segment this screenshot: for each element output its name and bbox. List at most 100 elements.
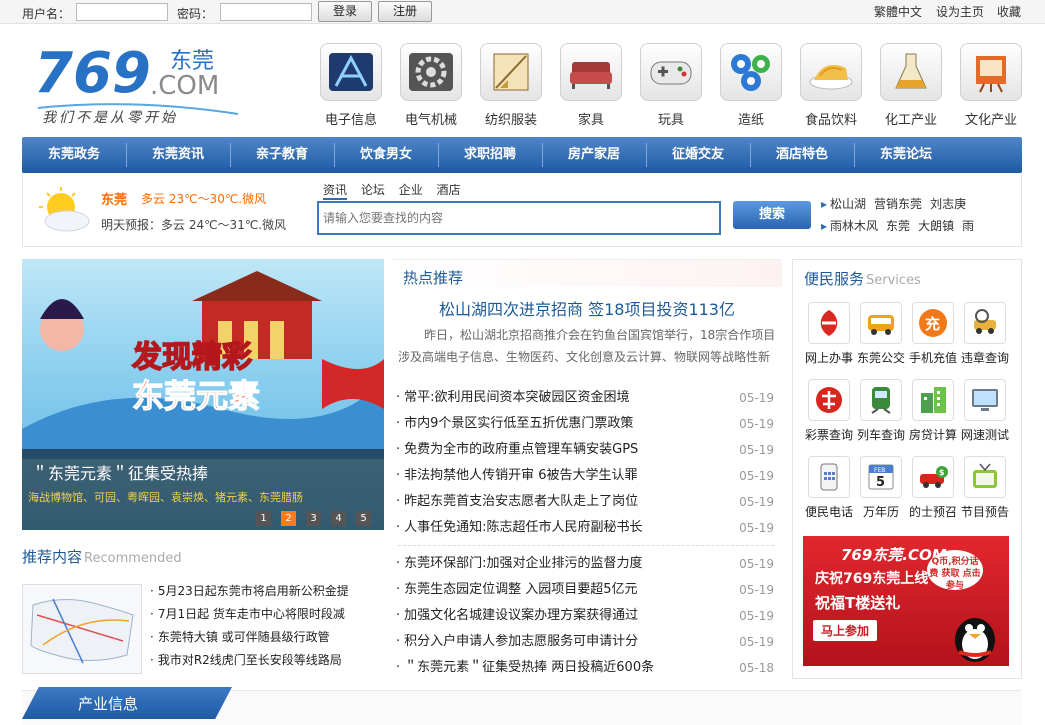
login-button[interactable]: 登录 [318,1,372,22]
password-input[interactable] [220,3,312,21]
logo-domain: .COM [150,71,219,101]
hot-keyword[interactable]: 东莞 [886,219,910,233]
news-row[interactable]: 加强文化名城建设议案办理方案获得通过05-19 [396,603,776,629]
service-taxi[interactable]: $ 的士预召 [906,456,960,520]
list-item[interactable]: 我市对R2线虎门至长安段等线路局 [150,651,349,674]
news-row[interactable]: 常平:欲利用民间资本突破园区资金困境05-19 [396,385,776,411]
search-input[interactable] [317,201,721,235]
search-button[interactable]: 搜索 [733,201,811,229]
category-furniture[interactable]: 家具 [558,43,624,128]
hot-news-header: 热点推荐 [392,259,782,287]
category-textile[interactable]: 纺织服装 [478,43,544,128]
banner-page-1[interactable]: 1 [256,511,271,526]
list-item[interactable]: 7月1日起 货车走市中心将限时段减 [150,605,349,628]
hot-keyword[interactable]: 雨林木风 [830,219,878,233]
service-tv[interactable]: 节目预告 [958,456,1012,520]
service-lottery[interactable]: 彩票查询 [802,379,856,443]
banner-caption-title[interactable]: ＂东莞元素＂征集受热捧 [32,460,208,484]
search-tab-company[interactable]: 企业 [399,183,423,197]
nav-item-news[interactable]: 东莞资讯 [126,137,230,173]
headline-link[interactable]: 松山湖四次进京招商 签18项目投资113亿 [392,296,782,320]
nav-item-hotels[interactable]: 酒店特色 [750,137,854,173]
banner-page-3[interactable]: 3 [306,511,321,526]
hot-keyword[interactable]: 刘志庚 [930,197,966,211]
service-mortgage[interactable]: 房贷计算 [906,379,960,443]
search-tab-forum[interactable]: 论坛 [361,183,385,197]
bookmark-link[interactable]: 收藏 [997,3,1021,20]
headline-summary: 昨日，松山湖北京招商推介会在钓鱼台国宾馆举行，18宗合作项目涉及高端电子信息、生… [398,328,776,364]
category-chemical[interactable]: 化工产业 [878,43,944,128]
news-row[interactable]: 人事任免通知:陈志超任市人民府副秘书长05-19 [396,515,776,541]
nav-item-dating[interactable]: 征婚交友 [646,137,750,173]
banner-page-2[interactable]: 2 [281,511,296,526]
search-tab-hotel[interactable]: 酒店 [437,183,461,197]
news-list-1: 常平:欲利用民间资本突破园区资金困境05-19 市内9个景区实行低至五折优惠门票… [396,385,776,541]
news-row[interactable]: 昨起东莞首支治安志愿者大队走上了岗位05-19 [396,489,776,515]
category-paper[interactable]: 造纸 [718,43,784,128]
nav-item-forum[interactable]: 东莞论坛 [854,137,958,173]
category-toys[interactable]: 玩具 [638,43,704,128]
category-label: 纺织服装 [484,113,537,128]
list-item[interactable]: 东莞特大镇 或可伴随县级行政管 [150,628,349,651]
category-label: 造纸 [737,113,764,128]
phone-icon [808,456,850,498]
banner-art-title-1: 发现精彩 [131,340,252,375]
hot-keyword[interactable]: 雨 [962,219,974,233]
category-culture[interactable]: 文化产业 [958,43,1024,128]
promo-join-button[interactable]: 马上参加 [813,620,878,641]
set-homepage-link[interactable]: 设为主页 [936,3,984,20]
service-recharge[interactable]: 充 手机充值 [906,302,960,366]
category-electronics[interactable]: 电子信息 [318,43,384,128]
news-row[interactable]: 非法拘禁他人传销开审 6被告大学生认罪05-19 [396,463,776,489]
category-label: 文化产业 [964,113,1017,128]
news-row[interactable]: 东莞环保部门:加强对企业排污的监督力度05-19 [396,551,776,577]
banner-art-title-2: 东莞元素 [132,377,260,415]
svg-text:5: 5 [876,475,885,490]
chemistry-icon [880,43,942,101]
service-phone[interactable]: 便民电话 [802,456,856,520]
nav-item-housing[interactable]: 房产家居 [542,137,646,173]
category-label: 化工产业 [884,113,937,128]
news-row[interactable]: 积分入户申请人参加志愿服务可申请计分05-19 [396,629,776,655]
category-label: 玩具 [657,113,684,128]
government-icon [808,302,850,344]
weather-search-bar: 东莞 多云 23℃～30℃.微风 明天预报：多云 24℃～31℃.微风 资讯 论… [22,173,1022,247]
hot-keyword[interactable]: 大朗镇 [918,219,954,233]
service-train[interactable]: 列车查询 [854,379,908,443]
nav-item-dining[interactable]: 饮食男女 [334,137,438,173]
hot-keyword[interactable]: 松山湖 [830,197,866,211]
search-tab-news[interactable]: 资讯 [323,183,348,200]
banner-page-5[interactable]: 5 [356,511,371,526]
category-food[interactable]: 食品饮料 [798,43,864,128]
news-row[interactable]: 免费为全市的政府重点管理车辆安装GPS05-19 [396,437,776,463]
promo-line-2: 祝福T楼送礼 [815,594,901,612]
username-input[interactable] [76,3,168,21]
svg-text:充: 充 [925,315,940,333]
banner-slideshow[interactable]: 发现精彩 东莞元素 ＂东莞元素＂征集受热捧 海战博物馆、可园、粤晖园、袁崇焕、猪… [22,259,384,530]
lottery-icon [808,379,850,421]
promo-banner[interactable]: 769东莞.COM Q币,积分话费 获取 点击参与 庆祝769东莞上线 祝福T楼… [803,536,1009,666]
site-logo[interactable]: 769 东莞 .COM 我们不是从零开始 [32,38,242,130]
banner-page-4[interactable]: 4 [331,511,346,526]
news-row[interactable]: 东莞生态园定位调整 入园项目要超5亿元05-19 [396,577,776,603]
nav-item-government[interactable]: 东莞政务 [22,137,126,173]
service-online-affairs[interactable]: 网上办事 [802,302,856,366]
service-speedtest[interactable]: 网速测试 [958,379,1012,443]
service-calendar[interactable]: FEB 5 万年历 [854,456,908,520]
service-bus[interactable]: 东莞公交 [854,302,908,366]
service-violation[interactable]: 违章查询 [958,302,1012,366]
car-search-icon [964,302,1006,344]
register-button[interactable]: 注册 [378,1,432,22]
news-row[interactable]: ＂东莞元素＂征集受热捧 两日投稿近600条05-18 [396,655,776,681]
list-item[interactable]: 5月23日起东莞市将启用新公积金提 [150,582,349,605]
hot-keyword[interactable]: 营销东莞 [874,197,922,211]
calculator-icon [912,379,954,421]
nav-item-parenting[interactable]: 亲子教育 [230,137,334,173]
category-machinery[interactable]: 电气机械 [398,43,464,128]
industry-title: 产业信息 [78,695,139,713]
weather-tomorrow: 明天预报：多云 24℃～31℃.微风 [101,218,287,232]
nav-item-jobs[interactable]: 求职招聘 [438,137,542,173]
traditional-chinese-link[interactable]: 繁體中文 [874,3,922,20]
news-row[interactable]: 市内9个景区实行低至五折优惠门票政策05-19 [396,411,776,437]
map-thumbnail[interactable] [22,584,142,674]
